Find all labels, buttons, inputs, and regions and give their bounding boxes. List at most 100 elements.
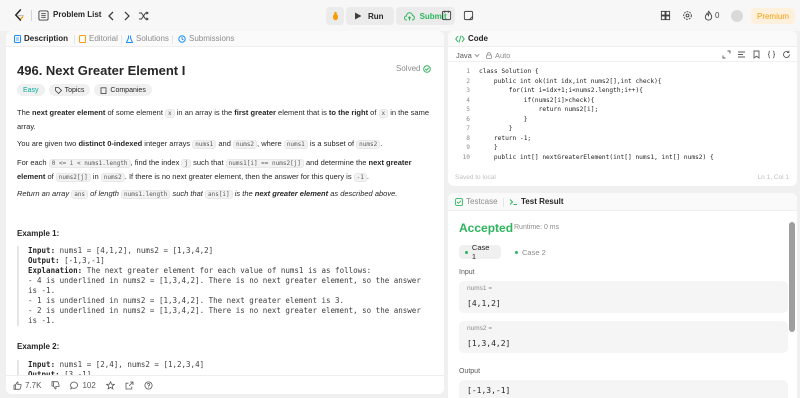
debug-button[interactable] [326,7,344,25]
problem-list-label[interactable]: Problem List [53,10,101,19]
auto-mode-toggle[interactable]: Auto [486,51,510,60]
like-button[interactable]: 7.7K [13,381,41,390]
notes-icon[interactable] [441,10,452,21]
document-icon [14,34,21,43]
chevron-down-icon [474,53,480,58]
code-text: for(int i=idx+1;i<nums2.length;i++){ [479,87,643,94]
next-problem-button[interactable] [120,9,133,22]
result-scrollbar[interactable] [789,222,795,332]
companies-tag[interactable]: Companies [94,84,152,96]
testcase-tab-label: Testcase [466,197,498,206]
text-span: in an array is the [174,108,235,117]
description-panel: Description Editorial Solutions Submissi… [6,31,444,394]
input-nums1-box[interactable]: nums1 = [4,1,2] [459,281,788,313]
code-brackets-icon [455,34,465,43]
whiteboard-icon[interactable] [463,10,474,21]
text-span: You are given two [17,139,79,148]
code-panel-header: Code [448,31,797,47]
code-text: public int[] nextGreaterElement(int[] nu… [479,153,714,161]
result-tabs: Testcase Test Result [448,193,797,211]
tab-submissions[interactable]: Submissions [178,34,234,43]
text-italic: such that [170,189,205,198]
case-2-button[interactable]: Case 2 [509,245,552,259]
tab-solutions[interactable]: Solutions [126,34,169,43]
code-text: if(nums2[i]>check){ [479,96,595,104]
auto-label: Auto [495,51,511,60]
text-italic: is the [232,189,255,198]
line-number: 10 [462,153,470,161]
line-number: 6 [466,115,470,123]
tab-test-result[interactable]: Test Result [509,197,564,206]
input-value: [1,3,4,2] [467,339,511,348]
description-paragraph-1: The next greater element of some element… [17,106,437,133]
streak-fire-icon[interactable] [703,10,714,21]
checkbox-icon [455,197,463,206]
tab-submissions-label: Submissions [189,34,235,43]
problem-title[interactable]: 496. Next Greater Element I [17,63,185,78]
text-span: . [366,172,369,181]
language-label: Java [456,51,472,60]
input-value: nums1 = [2,4], nums2 = [1,2,3,4] [55,360,205,369]
saved-status: Saved to local [455,174,496,181]
layout-grid-icon[interactable] [660,10,671,21]
code-text: class Solution { [479,68,539,75]
test-result-panel: Testcase Test Result Accepted Runtime: 0… [448,193,797,398]
book-icon [79,34,86,43]
format-icon[interactable] [737,50,746,59]
reset-icon[interactable] [782,50,791,59]
top-bar: Problem List Run Submit 0 Premium [0,0,800,31]
line-number: 5 [466,106,470,113]
braces-icon[interactable] [767,50,776,59]
output-value: [-1,3,-1] [59,256,105,265]
example-output-line: Output: [-1,3,-1] [28,256,435,266]
inline-code: ans[i] [204,190,233,199]
tag-icon [54,86,62,94]
share-button[interactable] [125,381,134,390]
language-select[interactable]: Java [456,51,480,60]
input-nums2-box[interactable]: nums2 = [1,3,4,2] [459,321,788,353]
tab-separator [121,35,122,44]
chevron-left-icon [107,11,113,20]
code-editor-panel: Code Java Auto 1 class Solution { 2 publi… [448,31,797,186]
tab-testcase[interactable]: Testcase [455,197,498,206]
text-span: element that is [275,108,329,117]
output-section-label: Output [459,368,481,375]
dislike-button[interactable] [51,380,61,390]
text-span: such that [191,158,226,167]
avatar[interactable] [731,10,743,22]
problem-list-icon[interactable] [38,10,49,21]
case-1-button[interactable]: Case 1 [459,243,501,261]
code-text: public int ok(int idx,int nums2[],int ch… [479,77,662,85]
favorite-button[interactable] [105,380,115,390]
shuffle-button[interactable] [137,9,150,22]
leetcode-logo-icon[interactable] [13,9,26,22]
run-button[interactable]: Run [346,7,394,25]
example-2-title: Example 2: [17,342,60,351]
settings-gear-icon[interactable] [682,10,693,21]
help-button[interactable] [144,381,153,390]
companies-label: Companies [110,86,146,94]
star-icon [105,380,115,390]
code-line: 4 if(nums2[i]>check){ [448,96,797,106]
output-box[interactable]: [-1,3,-1] [459,380,788,398]
text-span: The [17,108,33,117]
topics-tag[interactable]: Topics [48,84,91,96]
prev-problem-button[interactable] [104,9,117,22]
input-label: Input: [28,360,56,369]
comments-button[interactable]: 102 [70,381,96,390]
run-submit-group: Run Submit [326,6,455,26]
code-line: 5 return nums2[i]; [448,105,797,115]
topbar-divider [31,10,32,21]
tab-editorial-label: Editorial [89,34,118,43]
explanation-line: is -1. [28,286,56,295]
bookmark-icon[interactable] [752,50,761,59]
premium-button[interactable]: Premium [751,8,795,24]
solved-label: Solved [396,64,421,73]
tab-description[interactable]: Description [14,34,68,43]
code-line: 3 for(int i=idx+1;i<nums2.length;i++){ [448,86,797,96]
code-editor[interactable]: 1 class Solution { 2 public int ok(int id… [448,67,797,162]
inline-code: ans [71,190,89,199]
tab-separator [172,35,173,44]
expand-icon[interactable] [722,50,731,59]
tab-editorial[interactable]: Editorial [79,34,118,43]
